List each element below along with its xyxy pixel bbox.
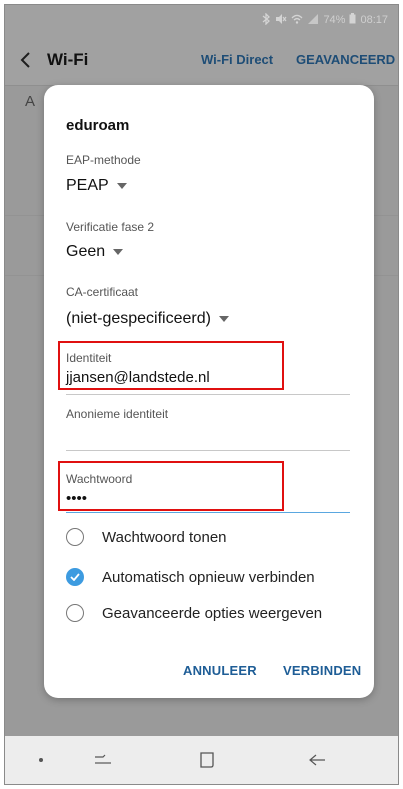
battery-icon [349,13,356,27]
wifi-connect-dialog: eduroam EAP-methode PEAP Verificatie fas… [44,85,374,698]
home-icon[interactable] [195,750,219,770]
eap-method-label: EAP-methode [66,153,141,167]
status-bar: 74% 08:17 [5,5,398,35]
back-arrow-icon[interactable] [5,35,45,85]
anonymous-identity-input[interactable] [66,425,350,443]
connect-button[interactable]: VERBINDEN [283,663,361,678]
app-bar: Wi-Fi Wi-Fi Direct GEAVANCEERD [5,35,398,85]
anonymous-identity-label: Anonieme identiteit [66,407,169,421]
battery-percent: 74% [323,14,346,26]
auto-reconnect-label: Automatisch opnieuw verbinden [102,568,315,586]
eap-method-value: PEAP [66,177,109,194]
cancel-button[interactable]: ANNULEER [183,663,257,678]
show-password-option[interactable]: Wachtwoord tonen [66,528,227,546]
eap-method-select[interactable]: PEAP [66,177,127,195]
identity-highlight-box [58,341,284,390]
password-highlight-box [58,461,284,511]
wifi-direct-button[interactable]: Wi-Fi Direct [201,52,273,67]
show-password-radio[interactable] [66,528,84,546]
advanced-button[interactable]: GEAVANCEERD [296,52,395,67]
anonymous-identity-field[interactable]: Anonieme identiteit [66,407,350,443]
navigation-bar [5,736,398,784]
dropdown-caret-icon [116,183,127,189]
recent-apps-icon[interactable] [91,750,115,770]
dropdown-caret-icon [218,316,229,322]
signal-icon [307,13,319,28]
dropdown-caret-icon [113,249,124,255]
phase2-value: Geen [66,243,106,260]
ca-cert-label: CA-certificaat [66,285,139,299]
back-icon[interactable] [305,750,329,770]
advanced-options-radio[interactable] [66,604,84,622]
identity-underline [66,394,350,395]
password-underline [66,512,350,513]
bluetooth-icon [261,11,271,28]
anonymous-identity-underline [66,450,350,451]
page-title: Wi-Fi [47,50,89,69]
auto-reconnect-checkbox[interactable] [66,568,84,586]
phone-screen: 74% 08:17 Wi-Fi Wi-Fi Direct GEAVANCEERD… [4,4,399,785]
advanced-options-label: Geavanceerde opties weergeven [102,604,323,622]
checkmark-icon [70,573,80,581]
phase2-label: Verificatie fase 2 [66,220,155,234]
network-name: eduroam [66,117,130,134]
advanced-options-option[interactable]: Geavanceerde opties weergeven [66,604,322,622]
dot-icon[interactable] [29,750,53,770]
mute-icon [275,13,287,28]
ca-cert-select[interactable]: (niet-gespecificeerd) [66,310,229,328]
wifi-icon [291,13,303,28]
clock: 08:17 [360,14,388,26]
show-password-label: Wachtwoord tonen [102,528,227,546]
ca-cert-value: (niet-gespecificeerd) [66,310,211,327]
underlay-text: A [25,93,36,110]
auto-reconnect-option[interactable]: Automatisch opnieuw verbinden [66,568,315,586]
phase2-select[interactable]: Geen [66,243,124,261]
